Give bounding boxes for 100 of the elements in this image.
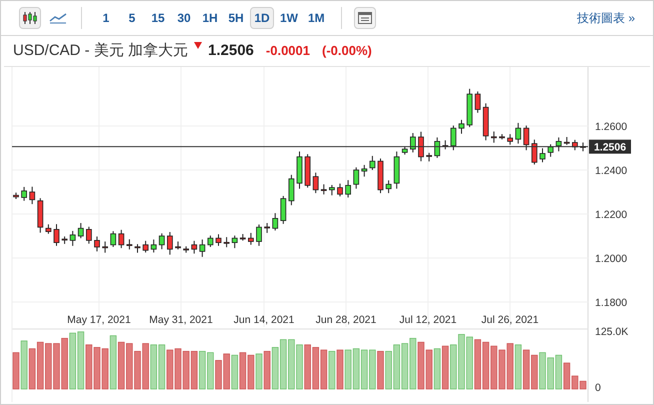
interval-tab[interactable]: 1M <box>304 7 329 29</box>
candle <box>499 134 505 140</box>
interval-tab[interactable]: 1 <box>94 7 118 29</box>
candle <box>426 152 432 162</box>
candle <box>150 239 157 253</box>
candle <box>523 125 530 151</box>
candle <box>418 131 424 162</box>
candle <box>208 235 214 248</box>
candle <box>304 154 310 188</box>
interval-tab[interactable]: 30 <box>172 7 196 29</box>
candle <box>450 125 456 151</box>
candle <box>191 240 198 254</box>
technical-chart-link[interactable]: 技術圖表 » <box>576 9 635 27</box>
candle <box>21 186 27 202</box>
candle <box>556 136 562 152</box>
candle <box>37 198 44 234</box>
layout-button[interactable] <box>354 7 376 29</box>
interval-tab[interactable]: 1W <box>276 7 302 29</box>
candle <box>102 241 108 254</box>
candle <box>564 136 570 146</box>
candle <box>256 224 262 246</box>
interval-tab[interactable]: 15 <box>146 7 170 29</box>
candle <box>361 164 368 178</box>
candle <box>216 234 222 246</box>
candle <box>434 136 440 158</box>
candle <box>126 238 132 250</box>
price-value: 1.2506 <box>208 40 254 61</box>
candle <box>232 235 238 249</box>
candle <box>345 180 351 198</box>
interval-tab[interactable]: 1D <box>250 7 274 29</box>
price-axis-label: 1.2600 <box>595 121 628 133</box>
candle <box>240 234 246 242</box>
candle <box>272 212 278 231</box>
candle <box>474 90 481 114</box>
window-icon <box>358 12 372 24</box>
candle <box>320 184 327 195</box>
candle <box>532 139 538 165</box>
candle <box>296 151 302 190</box>
interval-tab[interactable]: 5H <box>224 7 248 29</box>
interval-tab[interactable]: 1H <box>198 7 222 29</box>
candle <box>54 224 60 246</box>
date-axis-label: May 17, 2021 <box>67 314 131 326</box>
candle <box>134 244 140 254</box>
candle <box>402 146 408 156</box>
candle <box>46 224 52 234</box>
candle <box>78 222 84 239</box>
date-axis-label: Jun 28, 2021 <box>316 314 376 326</box>
price-axis-label: 1.2000 <box>595 253 628 265</box>
candle <box>442 140 448 150</box>
price-change: -0.0001 <box>266 42 310 60</box>
price-axis-label: 1.1800 <box>595 297 628 309</box>
candle <box>458 119 464 134</box>
candle <box>353 166 360 190</box>
volume-axis-label: 125.0K <box>595 326 628 338</box>
candle <box>118 229 124 249</box>
candle <box>175 241 181 250</box>
interval-tab[interactable]: 5 <box>120 7 144 29</box>
percent-change: (-0.00%) <box>322 42 372 60</box>
chart-type-button[interactable] <box>19 7 41 29</box>
candle <box>264 222 270 234</box>
price-axis-label: 1.2200 <box>595 209 628 221</box>
candle <box>515 122 522 144</box>
candle <box>167 232 173 256</box>
candle <box>142 240 148 253</box>
candle <box>378 158 384 194</box>
candle <box>158 232 165 250</box>
candle <box>248 232 254 246</box>
candle <box>386 180 392 194</box>
candle <box>94 236 100 252</box>
candle <box>183 246 189 254</box>
candle <box>370 155 376 170</box>
candle <box>394 151 400 190</box>
candle <box>29 186 36 205</box>
candle <box>410 132 416 153</box>
line-chart-icon <box>49 12 67 24</box>
candle <box>466 88 472 128</box>
date-axis-label: Jun 14, 2021 <box>234 314 294 326</box>
candle <box>199 239 206 258</box>
candle <box>288 174 294 206</box>
candle <box>110 230 116 248</box>
candle <box>70 230 76 246</box>
candle <box>491 131 497 144</box>
candle <box>337 183 343 197</box>
candle <box>540 148 546 163</box>
candle <box>86 226 92 244</box>
candle <box>224 236 230 248</box>
candle <box>507 134 513 146</box>
current-price-label: 1.2506 <box>589 140 631 154</box>
candle <box>580 142 586 152</box>
candle <box>62 236 68 244</box>
volume-axis-label: 0 <box>595 382 601 394</box>
candle <box>312 172 319 194</box>
symbol-title: USD/CAD - 美元 加拿大元 <box>13 40 188 61</box>
candle <box>572 139 578 151</box>
date-axis-label: Jul 26, 2021 <box>481 314 539 326</box>
candle <box>482 102 489 141</box>
down-arrow-icon <box>194 42 202 50</box>
candle <box>548 144 554 158</box>
candle <box>13 192 19 200</box>
candle <box>280 195 286 224</box>
